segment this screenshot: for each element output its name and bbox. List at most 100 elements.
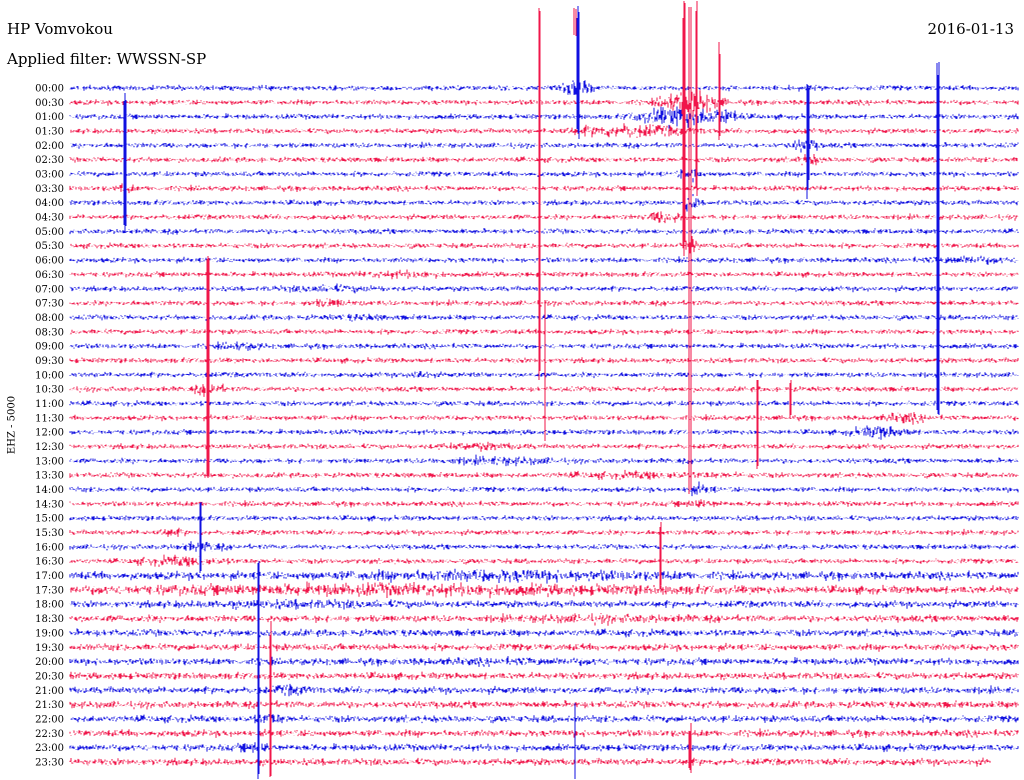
event-spike [573,8,577,36]
row-tick-label: 10:30 [35,385,64,396]
trace-row [69,80,1019,97]
trace-row [69,568,1019,584]
trace-row [69,539,1019,552]
trace-row [70,139,1019,153]
row-tick-label: 03:30 [35,184,64,195]
row-tick-label: 21:30 [35,700,64,711]
row-tick-label: 05:00 [35,227,64,238]
row-tick-label: 09:00 [35,342,64,353]
trace-row [69,400,1019,407]
trace-row [69,469,1019,480]
row-tick-label: 08:30 [35,327,64,338]
trace-row [69,499,1019,508]
trace-row [69,656,1019,667]
row-tick-label: 23:00 [35,743,64,754]
row-tick-label: 13:30 [35,471,64,482]
row-tick-label: 14:00 [35,485,64,496]
row-tick-label: 19:30 [35,643,64,654]
event-spike [123,93,127,233]
trace-row [69,700,1019,710]
row-tick-label: 22:30 [35,729,64,740]
trace-row [69,554,1019,567]
trace-row [69,164,1019,183]
row-tick-label: 06:30 [35,270,64,281]
trace-row [69,728,1019,739]
row-tick-label: 12:00 [35,428,64,439]
trace-row [70,123,1019,138]
row-tick-label: 02:30 [35,155,64,166]
row-tick-label: 21:00 [35,686,64,697]
event-spike [695,1,698,196]
event-spike [206,256,210,478]
row-tick-label: 11:00 [35,399,64,410]
trace-row [69,683,1019,697]
row-tick-label: 11:30 [35,413,64,424]
row-tick-label: 18:00 [35,600,64,611]
row-tick-label: 20:30 [35,671,64,682]
trace-row [69,481,1019,497]
row-tick-label: 14:30 [35,499,64,510]
event-spike [789,380,792,418]
trace-row [69,255,1019,265]
trace-row [69,236,1019,255]
row-tick-label: 13:00 [35,456,64,467]
row-tick-label: 01:00 [35,112,64,123]
trace-row [69,228,1019,235]
row-tick-label: 08:00 [35,313,64,324]
row-tick-label: 06:00 [35,256,64,267]
row-tick-labels: 00:00 00:30 01:00 01:30 02:00 02:30 03:00 03:30… [35,84,64,769]
trace-row [69,412,1019,425]
trace-row [69,283,1019,294]
trace-row [69,454,1019,467]
row-tick-label: 05:30 [35,241,64,252]
event-spike [718,42,721,140]
trace-row [69,328,1019,336]
trace-row [69,383,1019,397]
row-tick-label: 12:30 [35,442,64,453]
trace-row [69,298,1019,308]
trace-row [69,527,1019,537]
row-tick-label: 10:00 [35,370,64,381]
row-tick-label: 22:00 [35,714,64,725]
event-spike [659,522,662,589]
row-tick-label: 02:00 [35,141,64,152]
traces [69,1,1019,779]
trace-row [69,514,1019,522]
trace-row [69,425,1019,440]
trace-row [69,357,1019,364]
trace-row [69,269,1019,280]
row-tick-label: 03:00 [35,170,64,181]
trace-row [69,757,991,767]
event-spike [756,380,759,469]
trace-row [69,211,1019,224]
row-tick-label: 09:30 [35,356,64,367]
row-tick-label: 15:00 [35,514,64,525]
trace-row [69,642,1019,652]
row-tick-label: 20:00 [35,657,64,668]
trace-row [69,194,1019,212]
row-tick-label: 17:30 [35,585,64,596]
row-tick-label: 04:30 [35,213,64,224]
row-tick-label: 00:00 [35,84,64,95]
event-spike [199,502,202,573]
row-tick-label: 07:30 [35,299,64,310]
event-spike [538,8,541,380]
trace-row [70,714,1019,724]
event-spike [576,6,580,139]
event-spike [257,561,260,779]
trace-row [69,313,1019,322]
trace-row [69,371,1019,379]
trace-row [69,581,1019,599]
trace-row [69,598,1019,610]
event-spike [936,62,940,415]
helicorder-plot: 00:00 00:30 01:00 01:30 02:00 02:30 03:00 03:30… [35,1,1019,779]
row-tick-label: 15:30 [35,528,64,539]
trace-row [69,154,1018,166]
trace-row [69,341,1019,351]
trace-row [69,628,1019,638]
event-spike [806,84,810,199]
trace-row [69,183,1019,194]
trace-row [69,89,1019,120]
event-spike [269,621,272,777]
trace-row [69,106,1019,129]
